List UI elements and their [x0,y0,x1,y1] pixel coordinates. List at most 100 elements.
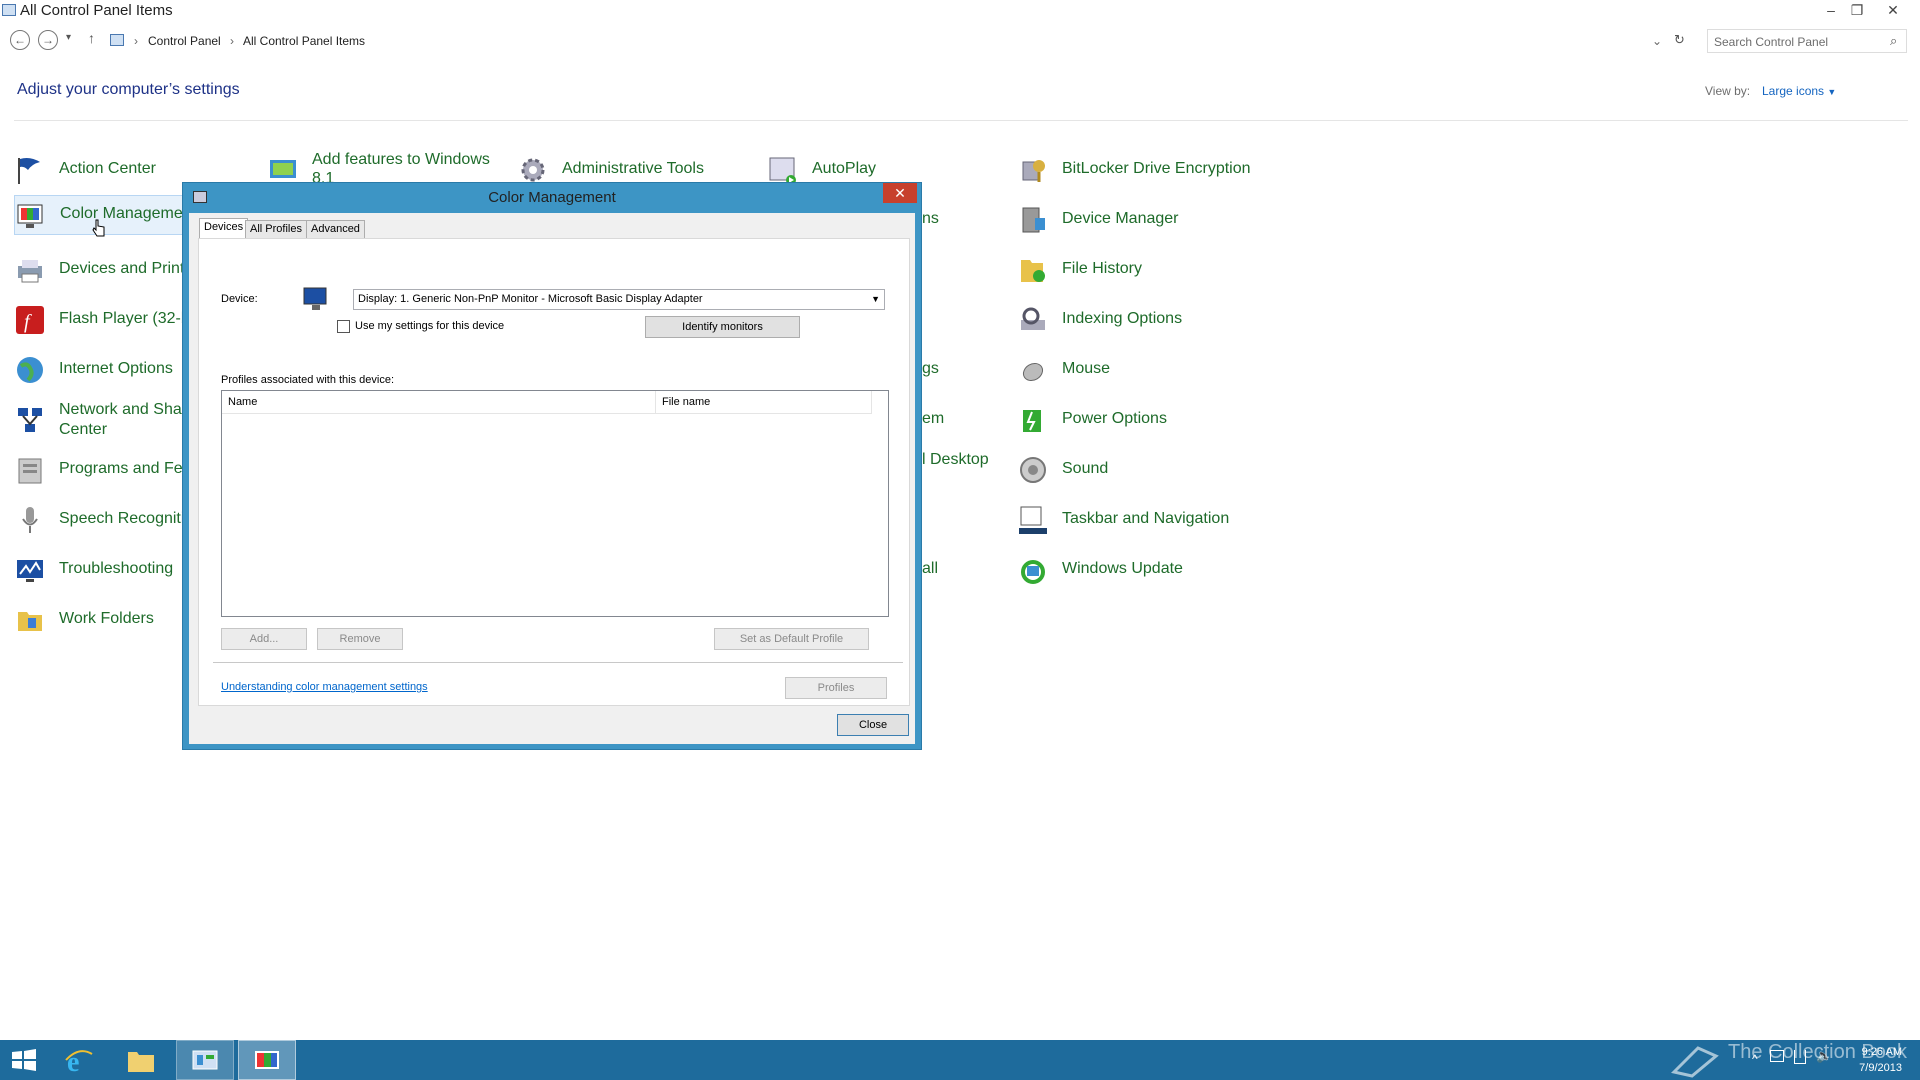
breadcrumb-control-panel[interactable]: Control Panel [148,34,221,48]
item-action-center[interactable]: Action Center [14,150,184,190]
up-arrow-icon[interactable]: ↑ [88,30,95,46]
item-bitlocker[interactable]: BitLocker Drive Encryption [1017,150,1297,190]
color-management-dialog: Color Management ✕ Devices All Profiles … [182,182,922,750]
view-by-dropdown[interactable]: Large icons ▼ [1762,84,1836,98]
item-mouse[interactable]: Mouse [1017,350,1297,390]
item-troubleshooting[interactable]: Troubleshooting [14,550,184,590]
forward-button[interactable]: → [38,30,58,50]
flash-icon: f [16,306,44,334]
refresh-icon[interactable]: ↻ [1674,32,1685,48]
watermark-book-icon [1671,1046,1719,1078]
profiles-button[interactable]: Profiles [785,677,887,699]
internet-explorer-icon: e [65,1047,93,1074]
item-indexing-options[interactable]: Indexing Options [1017,300,1297,340]
search-input[interactable]: Search Control Panel ⌕ [1707,29,1907,53]
breadcrumb-separator-icon: › [230,34,234,48]
item-file-history[interactable]: File History [1017,250,1297,290]
item-label-partial[interactable]: em [922,410,944,428]
start-button[interactable] [0,1040,58,1080]
microphone-icon [22,507,38,533]
view-by-label: View by: [1705,84,1751,98]
troubleshooting-icon [17,560,43,582]
device-select[interactable]: Display: 1. Generic Non-PnP Monitor - Mi… [353,289,885,310]
add-button[interactable]: Add... [221,628,307,650]
windows-logo-icon [12,1049,36,1071]
item-label: Troubleshooting [59,560,174,577]
item-label: Sound [1062,460,1109,477]
item-label: Programs and Fe [59,460,183,477]
item-speech-recognition[interactable]: Speech Recogniti [14,500,184,540]
dialog-title: Color Management [488,189,616,206]
indexing-icon [1021,307,1045,330]
item-label: Flash Player (32-b [59,310,190,327]
item-device-manager[interactable]: Device Manager [1017,200,1297,240]
item-label-line2: 8.1 [312,170,335,182]
remove-button[interactable]: Remove [317,628,403,650]
set-default-button[interactable]: Set as Default Profile [714,628,869,650]
minimize-button[interactable]: – [1818,0,1844,20]
address-field[interactable]: › Control Panel › All Control Panel Item… [108,29,1662,53]
color-management-icon [17,204,43,228]
tab-devices[interactable]: Devices [199,218,249,239]
back-button[interactable]: ← [10,30,30,50]
item-sound[interactable]: Sound [1017,450,1297,490]
dialog-close-icon[interactable]: ✕ [883,183,917,203]
item-taskbar-navigation[interactable]: Taskbar and Navigation [1017,500,1297,540]
taskbar-file-explorer[interactable] [114,1040,172,1080]
title-bar: All Control Panel Items – ❐ ✕ [0,0,1920,22]
understanding-link[interactable]: Understanding color management settings [221,681,428,693]
item-label: Devices and Print [59,260,185,277]
programs-icon [18,458,42,484]
item-label-partial[interactable]: all [922,560,938,578]
breadcrumb-all-items[interactable]: All Control Panel Items [243,34,365,48]
device-select-value: Display: 1. Generic Non-PnP Monitor - Mi… [358,293,703,305]
profiles-list[interactable]: Name File name [221,390,889,617]
watermark-text: The Collection Book [1728,1041,1907,1063]
tab-all-profiles[interactable]: All Profiles [245,220,307,238]
item-power-options[interactable]: Power Options [1017,400,1297,440]
identify-monitors-button[interactable]: Identify monitors [645,316,800,338]
close-window-button[interactable]: ✕ [1880,0,1906,20]
dialog-body: Devices All Profiles Advanced Device: Di… [189,213,915,744]
chevron-down-icon: ▼ [871,294,880,304]
device-manager-icon [1022,207,1045,233]
divider [213,662,903,663]
use-settings-checkbox[interactable] [337,320,350,333]
item-label: AutoPlay [812,160,877,177]
item-label-partial[interactable]: gs [922,360,939,378]
item-flash-player[interactable]: f Flash Player (32-b [14,300,190,340]
close-button[interactable]: Close [837,714,909,736]
recent-dropdown-icon[interactable]: ▾ [66,32,71,43]
device-label: Device: [221,293,258,305]
item-label: Windows Update [1062,560,1183,577]
divider [14,120,1908,121]
page-title: Adjust your computer’s settings [17,81,240,98]
monitor-icon [303,287,327,310]
devices-panel: Device: Display: 1. Generic Non-PnP Moni… [198,238,910,706]
control-panel-small-icon [110,34,124,46]
item-work-folders[interactable]: Work Folders [14,600,184,640]
item-internet-options[interactable]: Internet Options [14,350,184,390]
file-history-icon [1021,260,1045,282]
column-header-file-name[interactable]: File name [656,391,872,414]
search-icon[interactable]: ⌕ [1890,33,1897,49]
item-label: Speech Recogniti [59,510,185,527]
item-network-sharing[interactable]: Network and Sha Center [14,400,184,444]
tab-advanced[interactable]: Advanced [306,220,365,238]
taskbar-control-panel[interactable] [176,1040,234,1080]
globe-icon [17,357,43,383]
restore-button[interactable]: ❐ [1844,0,1870,20]
item-windows-update[interactable]: Windows Update [1017,550,1297,590]
item-label: Device Manager [1062,210,1179,227]
item-label-line2: Center [59,421,108,438]
item-devices-printers[interactable]: Devices and Print [14,250,184,290]
use-settings-label: Use my settings for this device [355,320,505,332]
item-programs-features[interactable]: Programs and Fe [14,450,184,490]
column-header-name[interactable]: Name [222,391,656,414]
chevron-down-icon[interactable]: ⌄ [1652,34,1662,48]
taskbar-color-management[interactable] [238,1040,296,1080]
item-label-partial[interactable]: ns [922,210,939,228]
item-label-partial[interactable]: l Desktop [922,451,989,469]
taskbar-internet-explorer[interactable]: e [52,1040,110,1080]
item-label: Add features to Windows [312,151,490,168]
